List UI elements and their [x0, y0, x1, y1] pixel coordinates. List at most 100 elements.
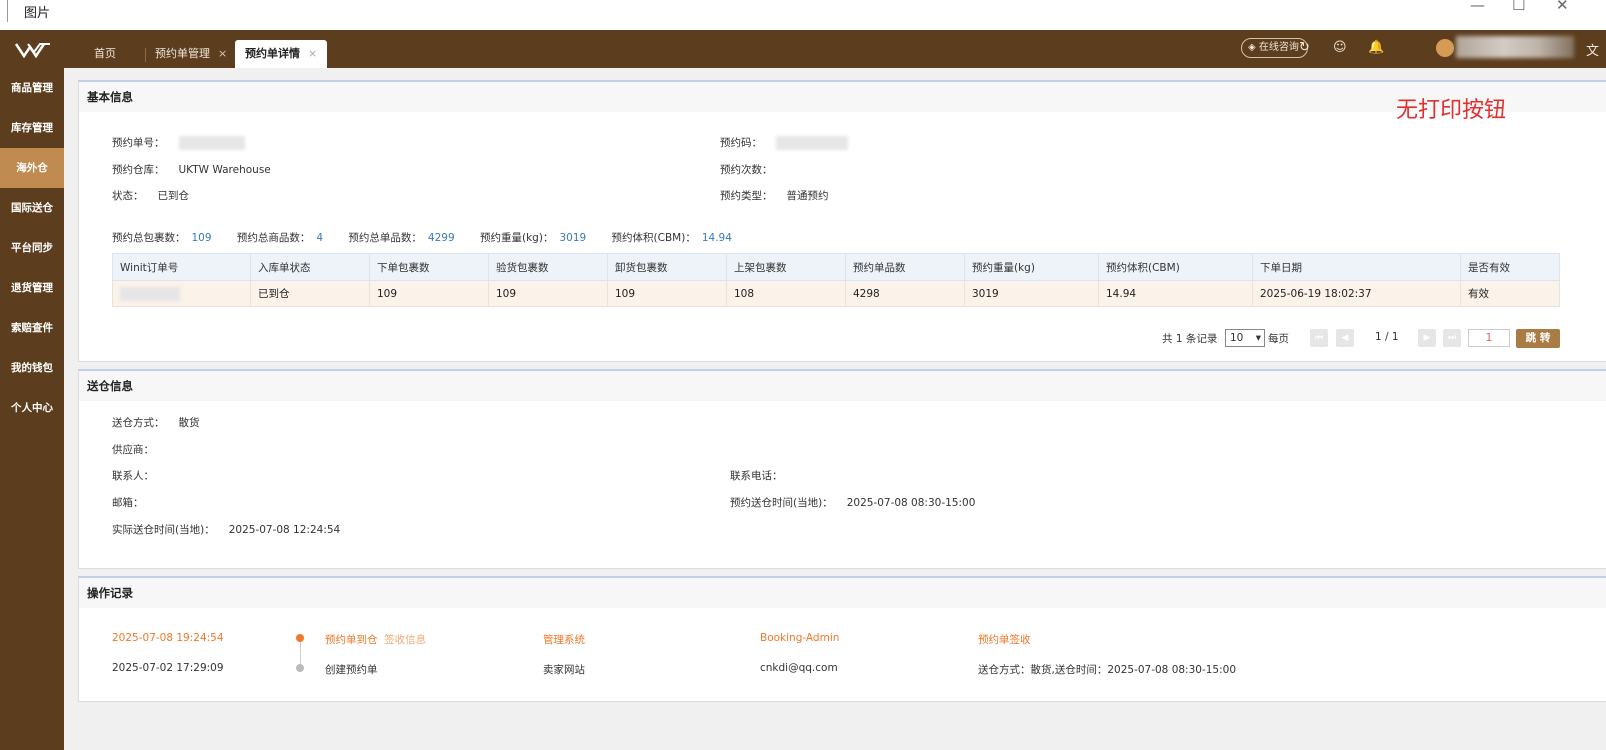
column-header[interactable]: 验货包裹数	[488, 253, 608, 281]
table-cell: 3019	[964, 280, 1099, 307]
delivery-method-value: 散货	[178, 417, 200, 429]
refresh-icon[interactable]: ↻	[1299, 40, 1310, 55]
table-row[interactable]: 已到仓 109 109 109 108 4298 3019 14.94 2025…	[112, 280, 1560, 307]
status-field: 状态： 已到仓	[112, 188, 189, 203]
column-header[interactable]: 卸货包裹数	[607, 253, 727, 281]
sidebar-item-international-delivery[interactable]: 国际送仓	[0, 188, 64, 228]
tab-booking-detail-label: 预约单详情	[245, 47, 300, 60]
stat-value: 3019	[559, 232, 587, 244]
record-action: 创建预约单	[325, 664, 378, 676]
username-masked	[1456, 36, 1574, 58]
table-cell: 14.94	[1098, 280, 1253, 307]
logo-icon	[14, 43, 50, 59]
column-header[interactable]: 预约重量(kg)	[964, 253, 1099, 281]
total-records: 共 1 条记录	[1162, 333, 1218, 345]
column-header[interactable]: Winit订单号	[112, 253, 251, 281]
warehouse-value: UKTW Warehouse	[178, 164, 271, 176]
close-window-button[interactable]: ✕	[1556, 0, 1569, 14]
tab-home-label: 首页	[94, 47, 116, 60]
warehouse-field: 预约仓库： UKTW Warehouse	[112, 162, 271, 177]
booked-time-label: 预约送仓时间(当地)：	[730, 497, 833, 509]
basic-info-panel: 基本信息 预约单号： 预约码： 预约仓库： UKTW Warehouse 预约次数…	[78, 80, 1606, 362]
tab-booking-list[interactable]: 预约单管理 ×	[155, 40, 227, 68]
avatar[interactable]	[1436, 39, 1454, 57]
close-icon[interactable]: ×	[218, 47, 227, 60]
record-action-label: 预约单到仓	[325, 634, 378, 646]
per-page-label: 每页	[1268, 333, 1289, 345]
stat-value: 109	[191, 232, 212, 244]
actual-time-value: 2025-07-08 12:24:54	[228, 524, 341, 536]
sidebar-item-returns[interactable]: 退货管理	[0, 268, 64, 308]
tab-booking-list-label: 预约单管理	[155, 47, 210, 60]
close-icon[interactable]: ×	[308, 47, 317, 60]
email-label: 邮箱：	[112, 497, 144, 509]
next-page-icon[interactable]: ▶	[1418, 329, 1436, 347]
page-number-input[interactable]: 1	[1468, 329, 1510, 347]
table-header-row: Winit订单号 入库单状态 下单包裹数 验货包裹数 卸货包裹数 上架包裹数 预…	[112, 253, 1560, 281]
table-cell: 4298	[845, 280, 965, 307]
column-header[interactable]: 预约体积(CBM)	[1098, 253, 1253, 281]
booking-stats: 预约总包裹数： 109 预约总商品数： 4 预约总单品数： 4299 预约重量(kg)…	[112, 230, 754, 245]
column-header[interactable]: 上架包裹数	[726, 253, 846, 281]
maximize-button[interactable]: ☐	[1512, 0, 1525, 14]
smile-icon[interactable]: ☺	[1333, 40, 1347, 55]
booking-code-label: 预约码：	[720, 137, 762, 149]
column-header[interactable]: 入库单状态	[250, 253, 370, 281]
app-header: 首页 预约单管理 × 预约单详情 × ◈ 在线咨询 ↻ ☺ 🔔 文	[0, 30, 1606, 68]
actual-time-field: 实际送仓时间(当地)： 2025-07-08 12:24:54	[112, 522, 340, 537]
tab-divider	[145, 48, 146, 62]
table-cell: 已到仓	[250, 280, 370, 307]
supplier-label: 供应商：	[112, 444, 154, 456]
online-consult-button[interactable]: ◈ 在线咨询	[1241, 38, 1308, 58]
status-label: 状态：	[112, 190, 144, 202]
page-info: 1 / 1	[1375, 331, 1399, 343]
sidebar-item-inventory[interactable]: 库存管理	[0, 108, 64, 148]
sidebar-item-products[interactable]: 商品管理	[0, 68, 64, 108]
column-header[interactable]: 下单包裹数	[369, 253, 489, 281]
operation-records-panel: 操作记录 2025-07-08 19:24:54 预约单到仓 签收信息 管理系统…	[78, 576, 1606, 702]
table-cell: 108	[726, 280, 846, 307]
jump-button[interactable]: 跳 转	[1516, 329, 1560, 348]
sidebar-item-overseas-warehouse[interactable]: 海外仓	[0, 148, 64, 188]
timeline-dot	[296, 664, 304, 672]
table-cell: 109	[607, 280, 727, 307]
stat-value: 14.94	[701, 232, 732, 244]
delivery-method-label: 送仓方式：	[112, 417, 165, 429]
sidebar-item-profile[interactable]: 个人中心	[0, 388, 64, 428]
record-user: cnkdi@qq.com	[760, 662, 838, 674]
sidebar-item-platform-sync[interactable]: 平台同步	[0, 228, 64, 268]
phone-label: 联系电话：	[730, 470, 783, 482]
column-header[interactable]: 是否有效	[1460, 253, 1560, 281]
booking-no-masked	[178, 136, 245, 150]
booked-time-value: 2025-07-08 08:30-15:00	[846, 497, 976, 509]
orders-table: Winit订单号 入库单状态 下单包裹数 验货包裹数 卸货包裹数 上架包裹数 预…	[112, 253, 1560, 307]
translate-icon[interactable]: 文	[1586, 40, 1599, 59]
stat-value: 4	[316, 232, 324, 244]
sidebar: 商品管理 库存管理 海外仓 国际送仓 平台同步 退货管理 索赔查件 我的钱包 个…	[0, 68, 64, 750]
page-size-select[interactable]: 10 ▾	[1225, 329, 1265, 347]
booked-time-field: 预约送仓时间(当地)： 2025-07-08 08:30-15:00	[730, 495, 975, 510]
sidebar-item-wallet[interactable]: 我的钱包	[0, 348, 64, 388]
warehouse-label: 预约仓库：	[112, 164, 165, 176]
contact-label: 联系人：	[112, 470, 154, 482]
column-header[interactable]: 预约单品数	[845, 253, 965, 281]
last-page-icon[interactable]: ⏭	[1443, 329, 1461, 347]
main-content: 基本信息 预约单号： 预约码： 预约仓库： UKTW Warehouse 预约次数…	[64, 68, 1606, 750]
minimize-button[interactable]: —	[1470, 0, 1485, 14]
prev-page-icon[interactable]: ◀	[1336, 329, 1354, 347]
sign-info-link[interactable]: 签收信息	[384, 634, 426, 646]
bell-icon[interactable]: 🔔	[1368, 40, 1384, 55]
stat-label: 预约总商品数：	[236, 232, 311, 244]
sidebar-item-claims[interactable]: 索赔查件	[0, 308, 64, 348]
column-header[interactable]: 下单日期	[1252, 253, 1461, 281]
booking-code-field: 预约码：	[720, 135, 848, 150]
panel-title: 送仓信息	[79, 371, 1606, 401]
window-edge	[0, 0, 8, 22]
stat-label: 预约总包裹数：	[112, 232, 186, 244]
supplier-field: 供应商：	[112, 442, 154, 457]
winit-order-no-cell[interactable]	[112, 280, 251, 307]
tab-home[interactable]: 首页	[94, 40, 116, 68]
tab-booking-detail[interactable]: 预约单详情 ×	[235, 40, 328, 68]
stat-value: 4299	[427, 232, 455, 244]
first-page-icon[interactable]: ⏮	[1310, 329, 1328, 347]
